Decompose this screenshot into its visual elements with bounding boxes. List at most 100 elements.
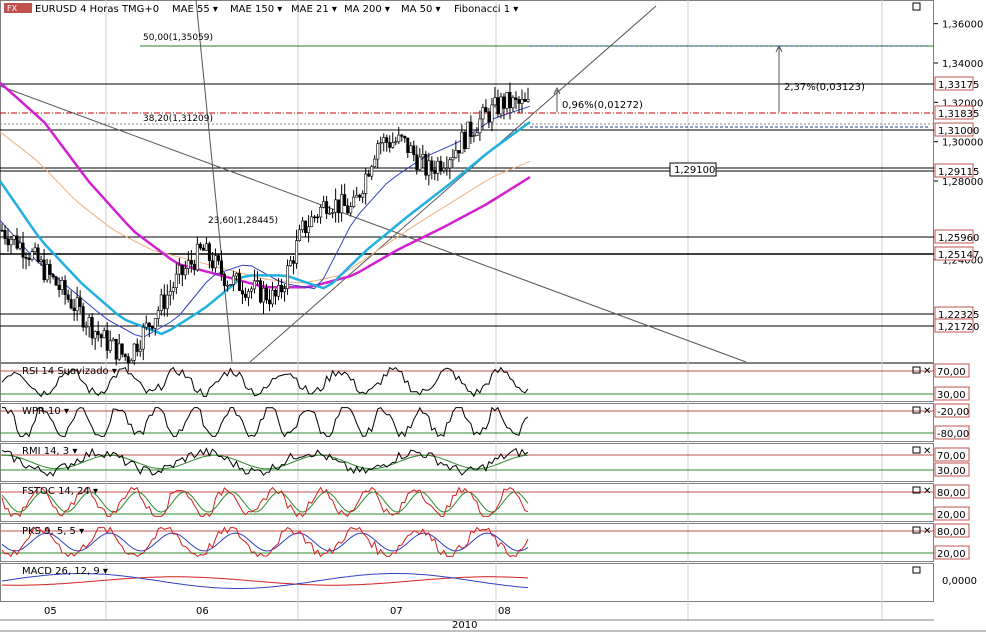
- candle-body: [132, 343, 136, 361]
- indicator-upper-label: -20,00: [937, 407, 969, 418]
- candle-body: [409, 145, 413, 153]
- candle-body: [445, 167, 449, 170]
- fib-50-label: 50,00(1,35059): [143, 33, 213, 43]
- candle-body: [99, 334, 103, 339]
- candle-body: [523, 99, 527, 102]
- candle-body: [475, 132, 479, 137]
- candle-body: [496, 97, 500, 115]
- indicator-label[interactable]: MA 50 ▾: [401, 4, 441, 15]
- candle-body: [96, 331, 100, 335]
- candle-body: [207, 243, 211, 262]
- candle-body: [144, 322, 148, 328]
- candle-body: [526, 99, 530, 102]
- candle-body: [93, 331, 97, 339]
- candle-body: [171, 287, 175, 292]
- candle-body: [39, 259, 43, 263]
- indicator-upper-label: 80,00: [937, 488, 966, 499]
- month-label: 06: [196, 606, 209, 617]
- chart-canvas: FX EURUSD 4 Horas TMG+0 MAE 55 ▾ MAE 150 …: [0, 0, 986, 632]
- candle-body: [150, 326, 154, 329]
- candle-body: [397, 134, 401, 143]
- candle-body: [508, 92, 512, 109]
- indicator-label[interactable]: MA 200 ▾: [344, 4, 390, 15]
- candle-body: [159, 294, 163, 311]
- candle-body: [493, 97, 497, 106]
- candle-body: [18, 242, 22, 249]
- candle-body: [243, 293, 247, 298]
- candle-body: [376, 143, 380, 160]
- candle-body: [222, 273, 226, 286]
- candle-body: [478, 118, 482, 134]
- candle-body: [24, 257, 28, 259]
- candle-body: [442, 167, 446, 171]
- candle-body: [334, 199, 338, 213]
- panel-close-icon[interactable]: ✕: [923, 366, 931, 377]
- panel-close-icon[interactable]: ✕: [923, 486, 931, 497]
- candle-body: [439, 160, 443, 171]
- candle-body: [54, 276, 58, 286]
- candle-body: [490, 104, 494, 123]
- sub-panel-label[interactable]: RMI 14, 3 ▾: [22, 446, 77, 457]
- candle-body: [138, 348, 142, 352]
- candle-body: [183, 268, 187, 276]
- candle-body: [249, 288, 253, 292]
- indicator-label[interactable]: Fibonacci 1 ▾: [454, 4, 518, 15]
- candle-body: [364, 173, 368, 194]
- candle-body: [304, 220, 308, 233]
- candle-body: [331, 212, 335, 214]
- price-level-tag-label: 1,25960: [938, 233, 979, 244]
- candle-body: [168, 291, 172, 296]
- chart-title[interactable]: EURUSD 4 Horas TMG+0: [35, 4, 159, 15]
- candle-body: [301, 220, 305, 231]
- candle-body: [231, 275, 235, 285]
- candle-body: [394, 141, 398, 144]
- candle-body: [120, 343, 124, 355]
- indicator-label[interactable]: MAE 21 ▾: [291, 4, 337, 15]
- candle-body: [234, 273, 238, 277]
- sub-panel-label[interactable]: MACD 26, 12, 9 ▾: [22, 566, 108, 577]
- candle-body: [204, 243, 208, 251]
- sub-panel-label[interactable]: FSTOC 14, 24 ▾: [22, 486, 98, 497]
- indicator-label[interactable]: MAE 150 ▾: [230, 4, 282, 15]
- candle-body: [499, 96, 503, 115]
- candle-body: [192, 263, 196, 271]
- sub-panel-label[interactable]: RSI 14 Suavizado ▾: [22, 366, 117, 377]
- candle-body: [385, 137, 389, 143]
- candle-body: [6, 238, 10, 246]
- candle-body: [69, 299, 73, 309]
- sub-panel-label[interactable]: WPR 10 ▾: [22, 406, 69, 417]
- candle-body: [219, 260, 223, 275]
- price-tick-label: 1,30000: [942, 138, 983, 149]
- price-tick-label: 1,28000: [942, 177, 983, 188]
- candle-body: [370, 166, 374, 177]
- candle-body: [289, 260, 293, 267]
- fib-236-label: 23,60(1,28445): [208, 216, 278, 226]
- candle-body: [517, 99, 521, 104]
- candle-body: [286, 265, 290, 289]
- candle-body: [403, 135, 407, 139]
- candle-body: [126, 356, 130, 364]
- candle-body: [12, 235, 16, 240]
- candle-body: [436, 160, 440, 174]
- panel-close-icon[interactable]: ✕: [923, 406, 931, 417]
- candle-body: [177, 265, 181, 275]
- month-label: 05: [44, 606, 57, 617]
- sub-panel-label[interactable]: PKS 9, 5, 5 ▾: [22, 526, 84, 537]
- candle-body: [316, 216, 320, 219]
- candle-body: [252, 280, 256, 290]
- candle-body: [421, 153, 425, 158]
- chart-background: [0, 0, 986, 632]
- indicator-label[interactable]: MAE 55 ▾: [172, 4, 218, 15]
- candle-body: [216, 255, 220, 262]
- candle-body: [349, 206, 353, 214]
- panel-close-icon[interactable]: ✕: [923, 526, 931, 537]
- candle-body: [265, 287, 269, 301]
- indicator-lower-label: 30,00: [937, 466, 966, 477]
- candle-body: [346, 205, 350, 214]
- candle-body: [280, 285, 284, 293]
- indicator-lower-label: 20,00: [937, 510, 966, 521]
- panel-close-icon[interactable]: ✕: [923, 446, 931, 457]
- candle-body: [3, 230, 7, 239]
- candle-body: [337, 199, 341, 214]
- measure-label-2: 2,37%(0,03123): [784, 82, 865, 93]
